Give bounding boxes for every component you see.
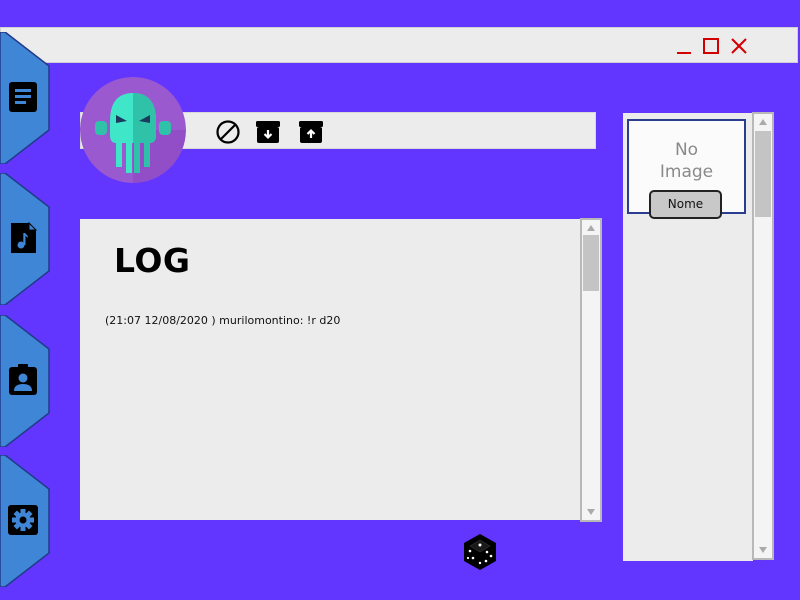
gear-icon [6, 503, 40, 537]
avatar[interactable] [80, 77, 186, 183]
character-panel: No Image [623, 113, 753, 561]
upload-button[interactable] [298, 119, 324, 145]
triangle-down-icon [587, 509, 595, 515]
no-image-placeholder: No Image [629, 139, 744, 183]
triangle-up-icon [587, 225, 595, 231]
scroll-down-arrow[interactable] [582, 505, 600, 519]
archive-down-icon [256, 121, 280, 143]
minimize-icon [677, 52, 691, 54]
title-bar [0, 27, 798, 63]
document-icon [6, 80, 40, 114]
name-button[interactable]: Nome [649, 190, 722, 219]
placeholder-line-2: Image [659, 162, 714, 182]
panel-scrollbar[interactable] [752, 112, 774, 560]
placeholder-line-1: No [674, 140, 699, 160]
archive-up-icon [299, 121, 323, 143]
minimize-button[interactable] [674, 36, 694, 56]
log-scrollbar[interactable] [580, 218, 602, 522]
sidebar-tab-notes[interactable] [0, 32, 52, 164]
contact-card-icon [6, 363, 40, 397]
sidebar-tab-music[interactable] [0, 173, 52, 305]
scroll-thumb[interactable] [755, 131, 771, 217]
sidebar-tab-profile[interactable] [0, 315, 52, 447]
download-button[interactable] [255, 119, 281, 145]
log-panel: LOG (21:07 12/08/2020 ) murilomontino: !… [80, 219, 580, 520]
scroll-down-arrow[interactable] [754, 543, 772, 557]
sidebar-tab-settings[interactable] [0, 455, 52, 587]
triangle-up-icon [759, 119, 767, 125]
maximize-icon [703, 38, 719, 54]
scroll-up-arrow[interactable] [582, 221, 600, 235]
music-file-icon [6, 221, 40, 255]
block-button[interactable] [215, 119, 241, 145]
maximize-button[interactable] [701, 36, 721, 56]
close-button[interactable] [729, 36, 749, 56]
log-entry: (21:07 12/08/2020 ) murilomontino: !r d2… [105, 314, 341, 327]
dice-icon [464, 534, 496, 570]
cthulhu-icon [80, 77, 186, 183]
block-icon [216, 120, 240, 144]
dice-button[interactable] [460, 532, 500, 572]
triangle-down-icon [759, 547, 767, 553]
scroll-thumb[interactable] [583, 235, 599, 291]
log-title: LOG [114, 241, 191, 280]
scroll-up-arrow[interactable] [754, 115, 772, 129]
close-icon [731, 38, 747, 54]
